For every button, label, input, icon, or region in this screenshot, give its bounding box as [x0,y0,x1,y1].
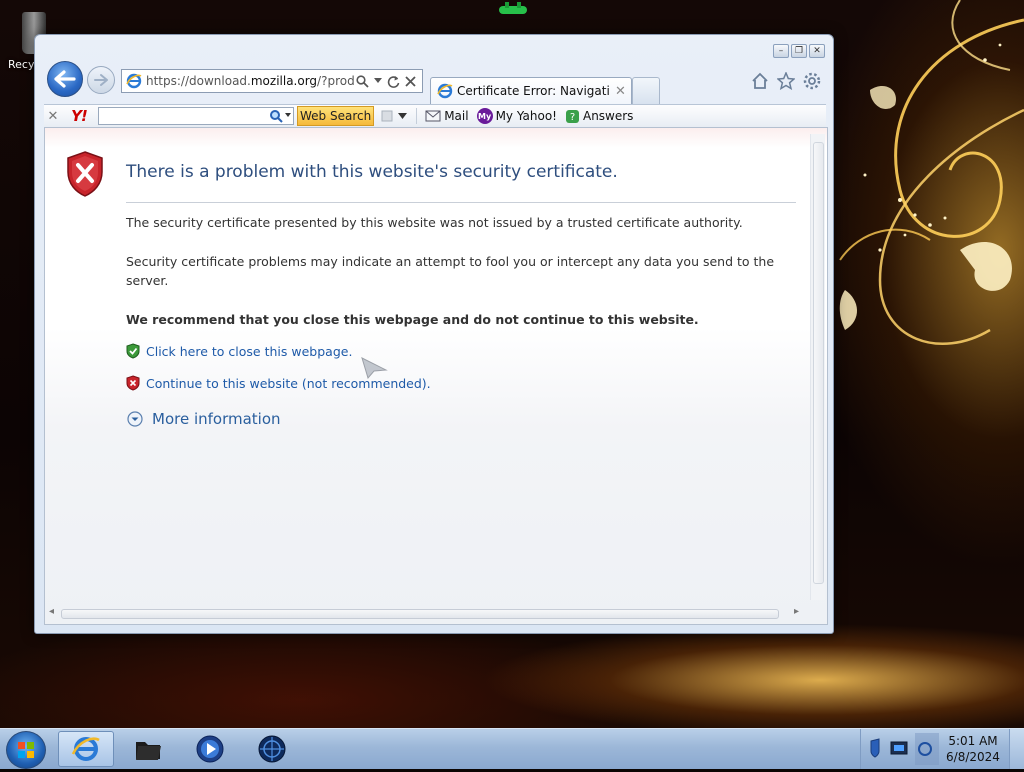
internet-explorer-window: – ❐ ✕ https://download.mozilla.org/?prod… [34,34,834,634]
refresh-icon[interactable] [387,75,400,88]
horizontal-scroll-thumb[interactable] [61,609,779,619]
recommendation-text: We recommend that you close this webpage… [126,312,699,327]
gear-icon[interactable] [803,72,821,90]
tab-title: Certificate Error: Navigatio... [457,84,609,98]
more-information-toggle[interactable]: More information [127,410,281,428]
scroll-left-arrow-icon[interactable]: ◂ [49,606,54,617]
taskbar-media-player[interactable] [182,731,238,767]
window-controls: – ❐ ✕ [773,44,825,58]
page-title: There is a problem with this website's s… [126,162,618,182]
new-tab-button[interactable] [632,77,660,104]
tab-close-button[interactable]: ✕ [615,84,626,99]
globe-icon [258,735,286,763]
url-prefix: https://download. [146,74,251,88]
answers-icon: ? [565,109,579,123]
page-content: There is a problem with this website's s… [44,127,828,625]
url-suffix: /?product [317,74,354,88]
recycle-bin-label: Recy [8,58,35,71]
my-yahoo-label: My Yahoo! [495,109,557,123]
home-icon[interactable] [751,72,769,90]
url-domain: mozilla.org [250,74,318,88]
media-player-icon [196,735,224,763]
web-search-button[interactable]: Web Search [297,106,375,126]
forward-button[interactable] [87,66,115,94]
system-tray [860,729,941,769]
show-desktop-button[interactable] [1009,729,1024,769]
my-yahoo-button[interactable]: My My Yahoo! [476,108,557,124]
address-url[interactable]: https://download.mozilla.org/?product [146,74,354,88]
security-shield-icon [870,738,880,758]
address-bar[interactable]: https://download.mozilla.org/?product [121,69,423,93]
taskbar-network-app[interactable] [244,731,300,767]
tray-icons [870,733,939,765]
toolbar-separator [416,108,418,124]
highlight-icon[interactable] [380,109,394,123]
mail-label: Mail [444,109,469,123]
tab-certificate-error[interactable]: Certificate Error: Navigatio... ✕ [430,77,632,104]
folder-icon [136,742,161,760]
yahoo-logo[interactable]: Y! [62,107,96,125]
mail-button[interactable]: Mail [425,109,469,123]
toolbar-dropdown-icon[interactable] [398,112,408,120]
green-shield-icon [126,343,140,359]
risk-message: Security certificate problems may indica… [126,254,775,288]
back-button[interactable] [47,61,83,97]
dropdown-arrow-icon[interactable] [374,78,382,84]
chevron-down-icon [127,411,143,427]
mail-icon [425,110,441,122]
windows-logo-icon [18,742,34,758]
answers-label: Answers [582,109,634,123]
close-window-button[interactable]: ✕ [809,44,825,58]
vertical-scrollbar[interactable] [810,134,825,600]
top-glow [497,0,529,16]
answers-button[interactable]: ? Answers [565,109,633,124]
forward-arrow-icon [94,74,108,86]
yahoo-toolbar: ✕ Y! Web Search Mail My My Yahoo! ? Answ… [44,104,826,128]
more-information-label[interactable]: More information [152,410,281,428]
vertical-scroll-thumb[interactable] [813,142,824,584]
search-dropdown-icon[interactable] [269,109,291,123]
scroll-right-arrow-icon[interactable]: ▸ [794,606,799,617]
svg-text:?: ? [570,112,575,123]
close-webpage-label[interactable]: Click here to close this webpage. [146,344,352,359]
clock-time: 5:01 AM [948,734,998,748]
taskbar: 5:01 AM 6/8/2024 [0,728,1024,769]
toolbar-close-button[interactable]: ✕ [44,109,62,124]
stop-icon[interactable] [405,75,416,87]
back-arrow-icon [54,70,76,88]
search-icon[interactable] [356,74,369,88]
red-shield-icon [126,375,140,391]
taskbar-file-explorer[interactable] [120,731,176,767]
yahoo-search-input[interactable] [98,107,294,125]
restore-button[interactable]: ❐ [791,44,807,58]
issuer-message: The security certificate presented by th… [126,215,743,230]
minimize-button[interactable]: – [773,44,789,58]
start-button[interactable] [6,731,46,769]
taskbar-internet-explorer[interactable] [58,731,114,767]
error-shield-icon [67,151,103,197]
clock-date: 6/8/2024 [946,750,1000,764]
horizontal-scrollbar[interactable]: ◂ ▸ [49,606,799,620]
command-icons [751,72,821,90]
favorites-star-icon[interactable] [777,72,795,90]
mouse-cursor-icon [361,357,388,380]
heading-divider [126,202,796,203]
system-clock[interactable]: 5:01 AM 6/8/2024 [940,733,1006,765]
address-tools [356,74,416,88]
my-yahoo-icon: My [476,108,493,124]
internet-explorer-icon [71,737,100,761]
ie-page-icon [126,73,142,89]
ie-tab-icon [437,83,453,99]
close-webpage-link[interactable]: Click here to close this webpage. [126,343,352,359]
